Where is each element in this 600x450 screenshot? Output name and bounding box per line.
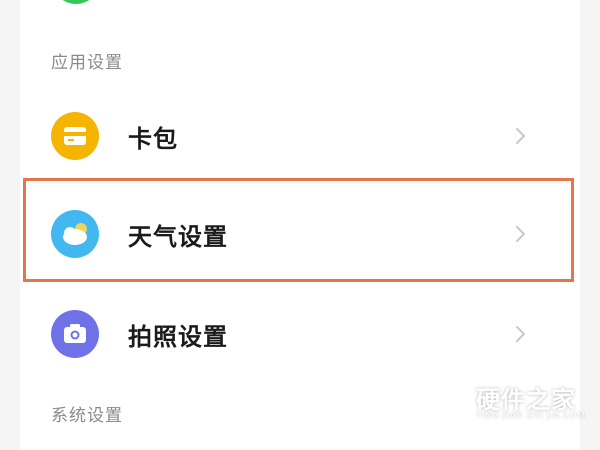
camera-icon xyxy=(51,310,99,358)
settings-row-card-wallet[interactable]: 卡包 xyxy=(24,86,576,186)
settings-row-camera[interactable]: 拍照设置 xyxy=(24,284,576,384)
card-wallet-icon xyxy=(51,112,99,160)
watermark-title: 硬件之家 xyxy=(476,386,576,414)
chevron-right-icon xyxy=(508,322,532,346)
highlight-box xyxy=(23,178,574,282)
settings-row-label: 卡包 xyxy=(128,125,178,153)
chevron-right-icon xyxy=(508,124,532,148)
watermark-logo-icon xyxy=(431,383,467,423)
section-header-system-settings: 系统设置 xyxy=(51,406,123,426)
settings-row-label: 拍照设置 xyxy=(128,323,228,351)
watermark-subtitle: YING JIAN ZHI JIA.COM xyxy=(476,411,586,420)
section-header-app-settings: 应用设置 xyxy=(51,53,123,73)
watermark: 硬件之家 YING JIAN ZHI JIA.COM xyxy=(431,378,592,428)
settings-screen: 应用设置 卡包 天气设置 拍照设置 系统设置 硬件之家 YING JIAN ZH… xyxy=(0,0,600,450)
